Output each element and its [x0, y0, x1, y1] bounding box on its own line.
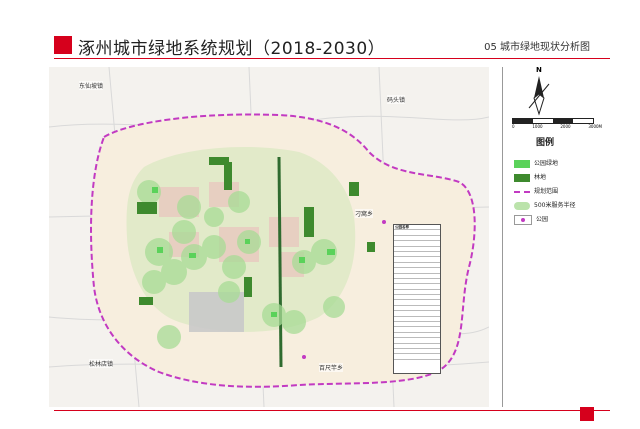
footer-red-marker [580, 407, 594, 421]
table-cell-name [394, 268, 417, 272]
table-cell-area [417, 322, 440, 326]
legend-swatch-boundary [514, 190, 530, 193]
table-cell-area [417, 300, 440, 304]
table-cell-area [417, 236, 440, 240]
table-cell-area [417, 257, 440, 261]
table-cell-name [394, 354, 417, 358]
table-cell-name [394, 295, 417, 299]
legend-title: 图例 [536, 138, 555, 148]
table-header-label: 公园名称 [395, 225, 409, 229]
table-cell-name [394, 344, 417, 348]
table-cell-name [394, 306, 417, 310]
table-cell-area [417, 263, 440, 267]
table-cell-area [417, 338, 440, 342]
place-label-baiyun: 百尺竿乡 [319, 363, 344, 372]
table-cell-area [417, 290, 440, 294]
legend-swatch-forest [514, 173, 530, 182]
table-cell-area [417, 241, 440, 245]
legend-item-boundary: 规划范围 [514, 186, 558, 195]
table-cell-area [417, 284, 440, 288]
legend-label-park-point: 公园 [536, 216, 549, 223]
table-row [394, 354, 440, 360]
table-cell-area [417, 333, 440, 337]
title-red-marker [54, 36, 72, 54]
title-block: 涿州城市绿地系统规划（2018-2030） 05 城市绿地现状分析图 [54, 32, 610, 64]
legend-item-service-radius: 500米服务半径 [514, 200, 575, 210]
place-label-diaowo: 刁窝乡 [355, 209, 374, 218]
table-cell-area [417, 349, 440, 353]
place-label-songlin: 松林店镇 [89, 359, 114, 368]
legend-swatch-park [514, 159, 530, 168]
compass-label: N [536, 66, 542, 74]
table-cell-name [394, 247, 417, 251]
table-cell-name [394, 263, 417, 267]
scale-label-1000: 1000 [532, 124, 543, 129]
scale-label-0: 0 [512, 124, 515, 129]
legend-item-park-point: 公园 [514, 214, 548, 225]
table-cell-name [394, 252, 417, 256]
table-cell-area [417, 344, 440, 348]
scale-label-2000: 2000 [560, 124, 571, 129]
title-divider [54, 58, 610, 59]
scale-bar: 0 1000 2000 3000M [512, 118, 602, 134]
table-cell-area [417, 230, 440, 234]
table-cell-name [394, 349, 417, 353]
table-cell-name [394, 300, 417, 304]
scale-label-3000: 3000M [588, 124, 602, 129]
table-cell-name [394, 241, 417, 245]
legend-label-park: 公园绿地 [534, 160, 559, 167]
table-cell-name [394, 327, 417, 331]
table-cell-name [394, 322, 417, 326]
sheet-subtitle: 05 城市绿地现状分析图 [484, 42, 590, 53]
table-cell-name [394, 290, 417, 294]
legend-item-forest: 林地 [514, 172, 546, 182]
table-cell-name [394, 274, 417, 278]
table-cell-name [394, 317, 417, 321]
table-cell-area [417, 252, 440, 256]
compass-icon [528, 76, 550, 116]
legend-label-boundary: 规划范围 [534, 188, 559, 195]
legend-swatch-service-radius [514, 201, 530, 210]
table-cell-area [417, 268, 440, 272]
page-title: 涿州城市绿地系统规划（2018-2030） [78, 39, 386, 59]
place-label-matou: 码头镇 [387, 95, 406, 104]
footer-rule [54, 410, 610, 411]
place-label-dongxianpo: 东仙坡镇 [79, 81, 104, 90]
table-cell-name [394, 311, 417, 315]
table-cell-name [394, 333, 417, 337]
map-canvas[interactable]: 东仙坡镇 码头镇 刁窝乡 松林店镇 百尺竿乡 公园名称 [49, 67, 489, 407]
table-cell-area [417, 306, 440, 310]
table-cell-area [417, 295, 440, 299]
legend-label-service-radius: 500米服务半径 [534, 202, 576, 209]
north-arrow: N [526, 66, 552, 120]
table-cell-area [417, 279, 440, 283]
table-cell-area [417, 354, 440, 358]
table-cell-area [417, 311, 440, 315]
table-cell-name [394, 236, 417, 240]
table-cell-name [394, 279, 417, 283]
legend-label-forest: 林地 [534, 174, 547, 181]
table-cell-area [417, 317, 440, 321]
table-cell-name [394, 338, 417, 342]
table-cell-area [417, 274, 440, 278]
table-cell-name [394, 284, 417, 288]
table-cell-name [394, 257, 417, 261]
table-cell-area [417, 247, 440, 251]
legend-item-park: 公园绿地 [514, 158, 558, 168]
park-statistics-table: 公园名称 [393, 224, 441, 374]
table-cell-name [394, 230, 417, 234]
legend-swatch-park-point [514, 214, 532, 225]
table-cell-area [417, 327, 440, 331]
